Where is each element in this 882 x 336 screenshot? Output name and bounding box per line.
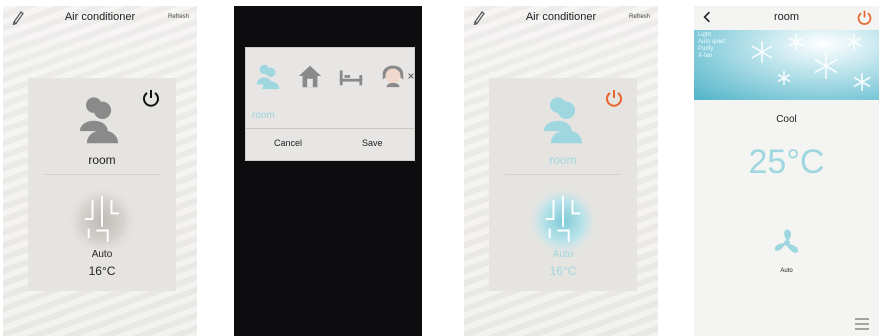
avatar-icon[interactable]	[379, 60, 407, 90]
fan-icon[interactable]	[767, 223, 807, 263]
room-label: room	[549, 153, 577, 167]
save-button[interactable]: Save	[362, 138, 383, 148]
page-title: room	[773, 11, 800, 23]
temp-label: 16°C	[549, 264, 577, 278]
status-auto-quiet: Auto quiet	[698, 39, 726, 45]
divider	[505, 174, 621, 175]
status-x-fan: X-fan	[698, 53, 713, 59]
status-purify: Purify	[698, 46, 714, 52]
mode-label: Cool	[776, 114, 797, 125]
person-icon	[79, 97, 119, 144]
mode-label: Auto	[91, 249, 113, 260]
refresh-button[interactable]: Refresh	[629, 14, 650, 20]
fan-mode-label: Auto	[780, 268, 793, 274]
screen-3-device-list-on: Air conditioner Refresh room Auto 16°C	[464, 6, 658, 336]
status-light: Light	[698, 32, 712, 38]
top-bar: Air conditioner Refresh	[464, 6, 658, 30]
people-icon[interactable]	[254, 62, 282, 90]
house-icon[interactable]	[296, 62, 324, 90]
fan-blob-icon	[65, 184, 139, 258]
power-icon[interactable]	[856, 9, 873, 26]
person-icon	[543, 97, 583, 144]
power-icon[interactable]	[604, 88, 624, 108]
icon-picker	[246, 54, 414, 100]
screen-4-room-control: room Light Auto quiet Purify X-fan Cool …	[694, 6, 879, 336]
fan-blob-icon	[526, 184, 600, 258]
screen-2-rename-dialog: room Cancel Save	[234, 6, 422, 336]
rename-dialog: room Cancel Save	[245, 47, 415, 161]
bed-icon[interactable]	[337, 62, 365, 90]
menu-icon[interactable]	[855, 318, 869, 330]
power-icon[interactable]	[141, 88, 161, 108]
status-list: Light Auto quiet Purify X-fan	[698, 32, 725, 60]
snow-banner: Light Auto quiet Purify X-fan	[694, 30, 879, 100]
ac-card[interactable]: room Auto 16°C	[28, 78, 176, 291]
divider	[44, 174, 160, 175]
room-label: room	[88, 153, 116, 167]
cancel-button[interactable]: Cancel	[274, 138, 302, 148]
screen-1-device-list: Air conditioner Refresh room Auto 16°C	[3, 6, 197, 336]
ac-card[interactable]: room Auto 16°C	[489, 78, 637, 291]
divider	[246, 128, 414, 129]
mode-label: Auto	[552, 249, 574, 260]
temperature-display: 25°C	[748, 143, 825, 181]
more-icon[interactable]	[407, 72, 415, 80]
refresh-button[interactable]: Refresh	[168, 14, 189, 20]
room-name-input[interactable]: room	[252, 110, 275, 121]
top-bar: room	[694, 6, 879, 30]
top-bar: Air conditioner Refresh	[3, 6, 197, 30]
temp-label: 16°C	[88, 264, 116, 278]
